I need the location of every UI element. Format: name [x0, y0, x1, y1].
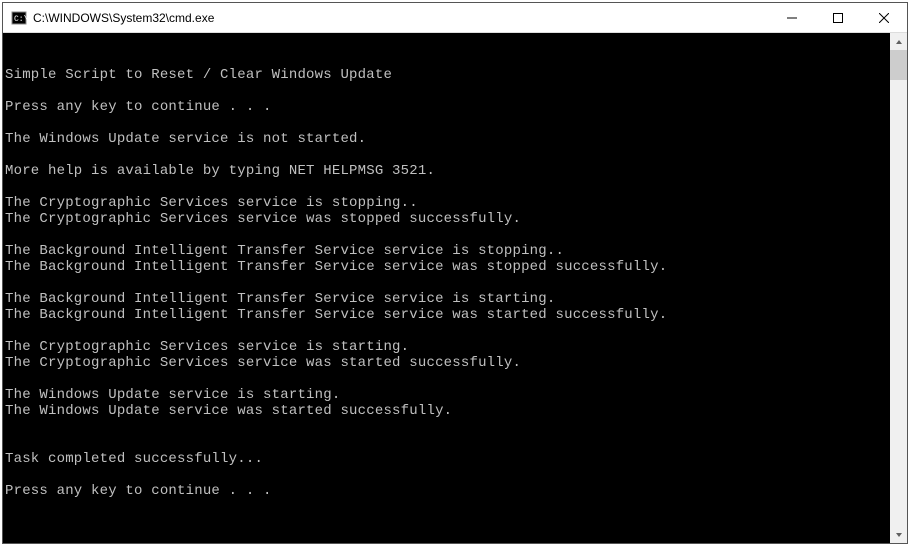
console-line: Press any key to continue . . .: [5, 99, 890, 115]
vertical-scrollbar[interactable]: [890, 33, 907, 543]
console-line: The Background Intelligent Transfer Serv…: [5, 259, 890, 275]
console-output: Simple Script to Reset / Clear Windows U…: [5, 67, 907, 499]
console-line: The Cryptographic Services service is st…: [5, 339, 890, 355]
console-line: The Windows Update service is starting.: [5, 387, 890, 403]
console-line: The Windows Update service is not starte…: [5, 131, 890, 147]
console-line: The Windows Update service was started s…: [5, 403, 890, 419]
console-line: [5, 179, 890, 195]
titlebar[interactable]: C:\ C:\WINDOWS\System32\cmd.exe: [3, 3, 907, 33]
console-line: [5, 275, 890, 291]
console-line: [5, 227, 890, 243]
scrollbar-thumb[interactable]: [890, 50, 907, 80]
cmd-icon: C:\: [11, 10, 27, 26]
close-button[interactable]: [861, 3, 907, 32]
console-line: [5, 419, 890, 435]
console-line: The Background Intelligent Transfer Serv…: [5, 291, 890, 307]
scroll-up-button[interactable]: [890, 33, 907, 50]
console-line: The Background Intelligent Transfer Serv…: [5, 307, 890, 323]
console-line: The Cryptographic Services service was s…: [5, 355, 890, 371]
console-line: More help is available by typing NET HEL…: [5, 163, 890, 179]
console-line: The Background Intelligent Transfer Serv…: [5, 243, 890, 259]
console-line: [5, 323, 890, 339]
console-area[interactable]: Simple Script to Reset / Clear Windows U…: [3, 33, 907, 543]
console-line: [5, 83, 890, 99]
maximize-button[interactable]: [815, 3, 861, 32]
console-line: [5, 115, 890, 131]
console-line: The Cryptographic Services service was s…: [5, 211, 890, 227]
console-line: Simple Script to Reset / Clear Windows U…: [5, 67, 890, 83]
console-line: [5, 467, 890, 483]
cmd-window: C:\ C:\WINDOWS\System32\cmd.exe Simple S…: [2, 2, 908, 544]
console-line: Task completed successfully...: [5, 451, 890, 467]
scrollbar-track[interactable]: [890, 50, 907, 526]
console-line: The Cryptographic Services service is st…: [5, 195, 890, 211]
minimize-button[interactable]: [769, 3, 815, 32]
console-line: [5, 147, 890, 163]
console-line: Press any key to continue . . .: [5, 483, 890, 499]
window-controls: [769, 3, 907, 32]
svg-text:C:\: C:\: [14, 15, 27, 24]
console-line: [5, 435, 890, 451]
window-title: C:\WINDOWS\System32\cmd.exe: [33, 11, 769, 25]
scroll-down-button[interactable]: [890, 526, 907, 543]
console-line: [5, 371, 890, 387]
